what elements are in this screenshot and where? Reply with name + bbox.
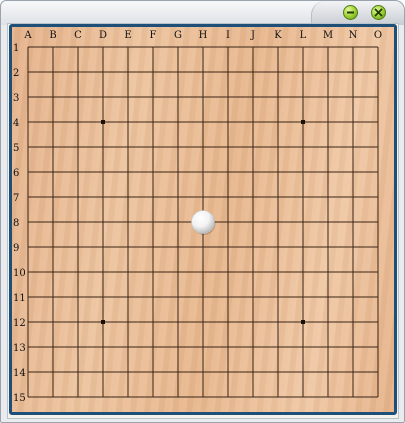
column-label: C bbox=[74, 30, 82, 41]
row-label: 6 bbox=[13, 168, 19, 179]
column-label: O bbox=[374, 30, 382, 41]
close-button[interactable] bbox=[371, 5, 386, 20]
star-point bbox=[101, 120, 105, 124]
column-label: E bbox=[124, 30, 131, 41]
column-label: F bbox=[150, 30, 157, 41]
row-label: 10 bbox=[13, 268, 26, 279]
star-point bbox=[301, 320, 305, 324]
row-label: 9 bbox=[13, 243, 19, 254]
row-label: 1 bbox=[13, 43, 19, 54]
row-label: 2 bbox=[13, 68, 19, 79]
star-point bbox=[101, 320, 105, 324]
column-label: A bbox=[23, 30, 32, 41]
close-icon bbox=[374, 8, 383, 17]
column-label: H bbox=[199, 30, 208, 41]
column-label: K bbox=[274, 30, 282, 41]
row-label: 14 bbox=[13, 368, 26, 379]
column-label: B bbox=[49, 30, 56, 41]
row-label: 3 bbox=[13, 93, 19, 104]
title-bar bbox=[1, 1, 404, 25]
row-label: 5 bbox=[13, 143, 19, 154]
star-point bbox=[301, 120, 305, 124]
board-grid[interactable]: ABCDEFGHIJKLMNO 123456789101112131415 bbox=[12, 27, 394, 412]
row-labels: 123456789101112131415 bbox=[13, 43, 26, 404]
row-label: 13 bbox=[13, 343, 26, 354]
column-label: G bbox=[174, 30, 182, 41]
column-label: D bbox=[99, 30, 107, 41]
column-label: L bbox=[300, 30, 307, 41]
go-board[interactable]: ABCDEFGHIJKLMNO 1 2 3 4 5 6 7 8 9 10 11 12 13 14 15 bbox=[12, 27, 394, 412]
column-labels: A B C D E F G H I J K L M N O bbox=[23, 30, 382, 41]
minus-icon bbox=[347, 11, 354, 14]
white-stone bbox=[191, 210, 215, 234]
minimize-button[interactable] bbox=[343, 5, 358, 20]
row-label: 11 bbox=[13, 293, 26, 304]
column-label: J bbox=[250, 30, 255, 41]
row-label: 8 bbox=[13, 218, 19, 229]
row-label: 12 bbox=[13, 318, 26, 329]
column-label: M bbox=[323, 30, 333, 41]
column-label: N bbox=[349, 30, 358, 41]
app-window: ABCDEFGHIJKLMNO 1 2 3 4 5 6 7 8 9 10 11 12 13 14 15 bbox=[0, 0, 405, 423]
column-label: I bbox=[226, 30, 230, 41]
row-label: 4 bbox=[13, 118, 19, 129]
row-label: 7 bbox=[13, 193, 19, 204]
stones bbox=[191, 210, 216, 235]
row-label: 15 bbox=[13, 393, 26, 404]
